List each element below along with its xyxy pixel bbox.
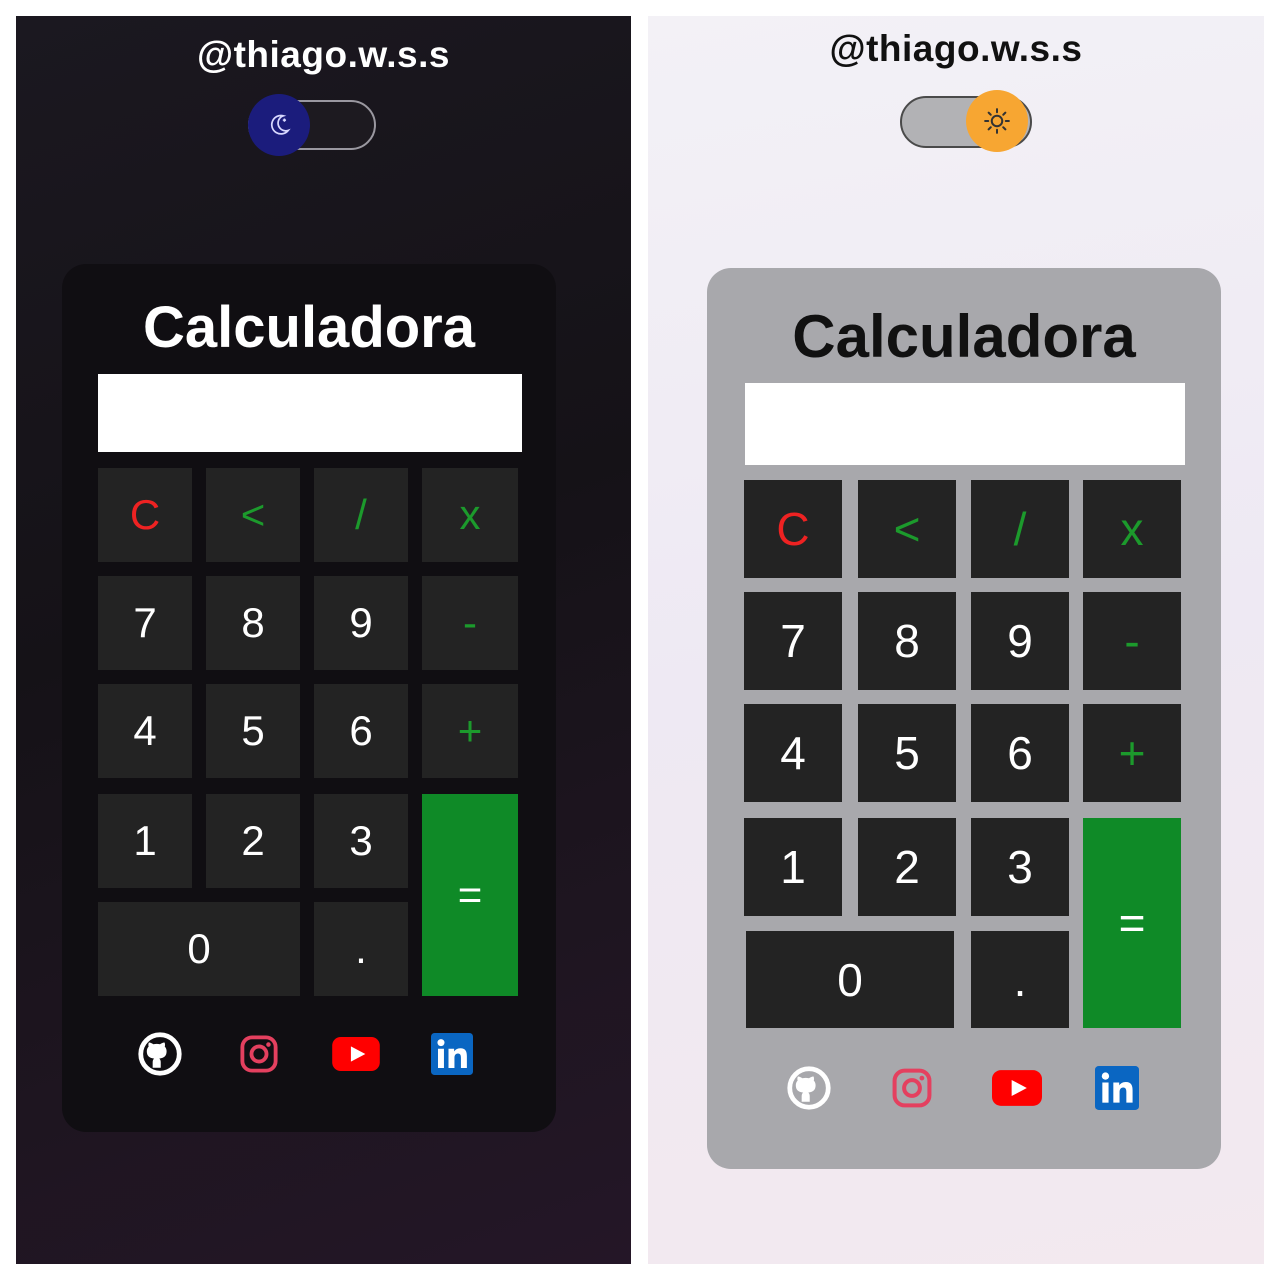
clear-button[interactable]: C xyxy=(98,468,192,562)
linkedin-icon xyxy=(431,1033,473,1075)
digit-8-button[interactable]: 8 xyxy=(206,576,300,670)
digit-4-button[interactable]: 4 xyxy=(744,704,842,802)
digit-2-button[interactable]: 2 xyxy=(206,794,300,888)
sun-icon xyxy=(984,108,1010,134)
digit-1-button[interactable]: 1 xyxy=(744,818,842,916)
digit-0-button[interactable]: 0 xyxy=(98,902,300,996)
light-theme-screen: @thiago.w.s.s Calculadora C < / x 7 8 9 … xyxy=(648,16,1264,1264)
toggle-knob[interactable] xyxy=(248,94,310,156)
linkedin-icon xyxy=(1095,1066,1139,1110)
author-handle: @thiago.w.s.s xyxy=(829,28,1083,69)
theme-toggle[interactable] xyxy=(900,90,1032,152)
github-link[interactable] xyxy=(136,1030,184,1078)
multiply-button[interactable]: x xyxy=(422,468,518,562)
digit-3-button[interactable]: 3 xyxy=(971,818,1069,916)
github-link[interactable] xyxy=(785,1064,833,1112)
youtube-link[interactable] xyxy=(331,1030,381,1078)
plus-button[interactable]: + xyxy=(422,684,518,778)
digit-5-button[interactable]: 5 xyxy=(858,704,956,802)
digit-4-button[interactable]: 4 xyxy=(98,684,192,778)
instagram-link[interactable] xyxy=(888,1064,936,1112)
divide-button[interactable]: / xyxy=(314,468,408,562)
decimal-button[interactable]: . xyxy=(971,931,1069,1028)
youtube-icon xyxy=(332,1037,380,1071)
minus-button[interactable]: - xyxy=(422,576,518,670)
decimal-button[interactable]: . xyxy=(314,902,408,996)
digit-7-button[interactable]: 7 xyxy=(98,576,192,670)
backspace-button[interactable]: < xyxy=(206,468,300,562)
author-handle: @thiago.w.s.s xyxy=(197,34,450,75)
digit-1-button[interactable]: 1 xyxy=(98,794,192,888)
toggle-knob[interactable] xyxy=(966,90,1028,152)
calculator-title: Calculadora xyxy=(792,303,1136,370)
calculator-display[interactable] xyxy=(98,374,522,452)
github-icon xyxy=(138,1032,182,1076)
calculator-card: Calculadora C < / x 7 8 9 - 4 5 6 + 1 2 … xyxy=(707,268,1221,1169)
backspace-button[interactable]: < xyxy=(858,480,956,578)
instagram-icon xyxy=(240,1035,278,1073)
digit-8-button[interactable]: 8 xyxy=(858,592,956,690)
dark-theme-screen: @thiago.w.s.s Calculadora C < / x 7 8 9 … xyxy=(16,16,631,1264)
minus-button[interactable]: - xyxy=(1083,592,1181,690)
equals-button[interactable]: = xyxy=(422,794,518,996)
youtube-link[interactable] xyxy=(990,1064,1044,1112)
digit-6-button[interactable]: 6 xyxy=(971,704,1069,802)
multiply-button[interactable]: x xyxy=(1083,480,1181,578)
calculator-title: Calculadora xyxy=(143,295,475,360)
equals-button[interactable]: = xyxy=(1083,818,1181,1028)
instagram-link[interactable] xyxy=(235,1030,283,1078)
clear-button[interactable]: C xyxy=(744,480,842,578)
linkedin-link[interactable] xyxy=(1093,1064,1141,1112)
linkedin-link[interactable] xyxy=(428,1030,476,1078)
theme-toggle[interactable] xyxy=(248,94,376,156)
moon-icon xyxy=(270,114,291,135)
digit-5-button[interactable]: 5 xyxy=(206,684,300,778)
instagram-icon xyxy=(892,1068,932,1108)
calculator-display[interactable] xyxy=(745,383,1185,465)
divide-button[interactable]: / xyxy=(971,480,1069,578)
digit-2-button[interactable]: 2 xyxy=(858,818,956,916)
github-icon xyxy=(787,1066,831,1110)
digit-9-button[interactable]: 9 xyxy=(971,592,1069,690)
youtube-icon xyxy=(992,1070,1042,1106)
digit-0-button[interactable]: 0 xyxy=(746,931,954,1028)
digit-6-button[interactable]: 6 xyxy=(314,684,408,778)
digit-3-button[interactable]: 3 xyxy=(314,794,408,888)
plus-button[interactable]: + xyxy=(1083,704,1181,802)
digit-9-button[interactable]: 9 xyxy=(314,576,408,670)
digit-7-button[interactable]: 7 xyxy=(744,592,842,690)
calculator-card: Calculadora C < / x 7 8 9 - 4 5 6 + 1 2 … xyxy=(62,264,556,1132)
